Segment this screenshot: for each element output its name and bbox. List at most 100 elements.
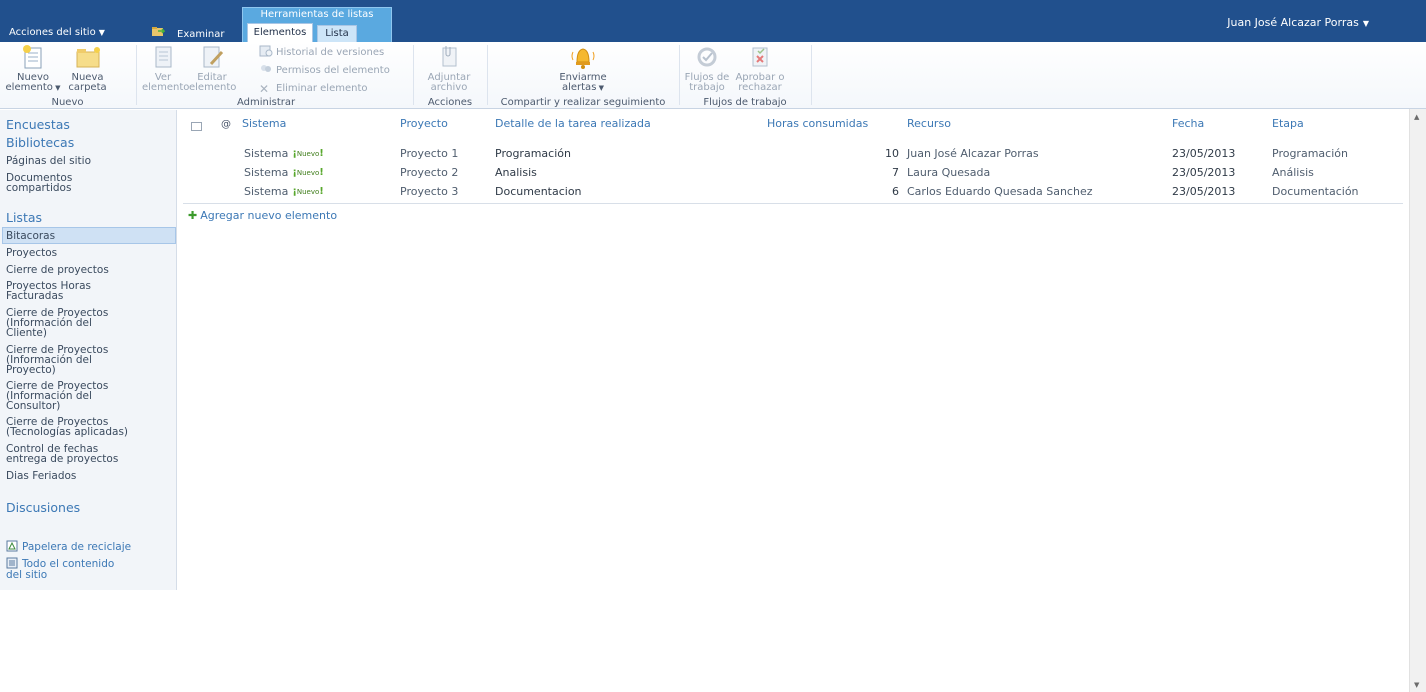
cell-etapa: Análisis [1272,166,1314,179]
recycle-bin-icon [6,540,18,552]
add-plus-icon: ✚ [188,209,198,222]
attach-file-label-2: archivo [430,82,468,93]
delete-x-icon: ✕ [259,82,270,96]
edit-item-icon [203,46,224,68]
approve-reject-label-2: rechazar [738,82,782,93]
approve-reject-button[interactable]: Aprobar o rechazar [734,44,786,93]
column-header-fecha[interactable]: Fecha [1172,117,1204,130]
edit-item-button[interactable]: Editar elemento [189,44,237,93]
nav-item-cierre-proyectos[interactable]: Cierre de proyectos [6,265,174,276]
group-label-acciones: Acciones [427,97,473,108]
scroll-up-arrow-icon[interactable]: ▲ [1414,113,1419,121]
chevron-down-icon: ▼ [1362,19,1369,28]
workflows-button[interactable]: Flujos de trabajo [684,44,730,93]
cell-horas: 6 [892,185,899,198]
user-menu[interactable]: Juan José Alcazar Porras ▼ [1227,16,1369,29]
ribbon-separator [811,45,812,105]
nav-item-cierre-proyecto[interactable]: Cierre de Proyectos (Información del Pro… [6,345,174,376]
nav-heading-discusiones[interactable]: Discusiones [6,500,80,515]
nav-item-proyectos-horas[interactable]: Proyectos Horas Facturadas [6,281,174,302]
site-actions-label: Acciones del sitio [9,27,96,38]
new-folder-label-2: carpeta [68,82,107,93]
column-header-horas[interactable]: Horas consumidas [767,117,868,130]
add-new-item-label: Agregar nuevo elemento [200,209,338,222]
nav-item-cierre-cliente[interactable]: Cierre de Proyectos (Información del Cli… [6,308,174,339]
nav-item-paginas[interactable]: Páginas del sitio [6,156,174,167]
delete-item-button[interactable]: ✕ Eliminar elemento [259,81,368,97]
view-item-button[interactable]: Ver elemento [142,44,189,93]
sistema-link[interactable]: Sistema [244,147,288,160]
edit-item-label-2: elemento [189,82,237,93]
list-tools-label: Herramientas de listas [260,9,374,20]
cell-detalle: Analisis [495,166,537,179]
nav-item-label: Consultor) [6,400,61,412]
sistema-link[interactable]: Sistema [244,185,288,198]
new-folder-button[interactable]: Nueva carpeta [65,44,110,93]
add-new-item-link[interactable]: ✚ Agregar nuevo elemento [188,209,337,222]
folder-navigate-icon[interactable] [152,26,165,37]
nav-heading-encuestas[interactable]: Encuestas [6,117,70,132]
nav-item-label: (Tecnologías aplicadas) [6,426,129,438]
nav-item-cierre-tecnologias[interactable]: Cierre de Proyectos (Tecnologías aplicad… [6,417,174,438]
cell-sistema[interactable]: Sistema ¡Nuevo! [244,147,324,160]
recycle-bin-link[interactable]: Papelera de reciclaje [6,540,131,553]
cell-sistema[interactable]: Sistema ¡Nuevo! [244,166,324,179]
ribbon-group-flujos: Flujos de trabajo Aprobar o rechazar Flu… [680,42,810,109]
nav-item-control-fechas[interactable]: Control de fechas entrega de proyectos [6,444,174,465]
new-item-button[interactable]: Nuevo elemento ▼ [3,44,63,93]
nav-item-cierre-consultor[interactable]: Cierre de Proyectos (Información del Con… [6,381,174,412]
select-all-checkbox[interactable] [191,122,202,131]
cell-sistema[interactable]: Sistema ¡Nuevo! [244,185,324,198]
ribbon-group-acciones: Adjuntar archivo Acciones [414,42,486,109]
nav-heading-bibliotecas[interactable]: Bibliotecas [6,135,74,150]
nav-item-documentos[interactable]: Documentos compartidos [6,173,174,194]
cell-fecha: 23/05/2013 [1172,147,1236,160]
top-bar: Acciones del sitio ▼ Examinar Herramienta… [0,0,1426,43]
site-actions-menu[interactable]: Acciones del sitio ▼ [9,27,105,38]
column-header-proyecto[interactable]: Proyecto [400,117,448,130]
vertical-scrollbar[interactable]: ▲ ▼ [1409,109,1426,692]
attach-file-button[interactable]: Adjuntar archivo [426,44,472,93]
column-header-etapa[interactable]: Etapa [1272,117,1304,130]
item-permissions-button[interactable]: Permisos del elemento [259,63,390,79]
column-header-sistema[interactable]: Sistema [242,117,286,130]
permissions-icon [261,65,271,72]
cell-etapa: Programación [1272,147,1348,160]
nav-item-dias-feriados[interactable]: Dias Feriados [6,471,174,482]
tab-elementos[interactable]: Elementos [247,23,313,43]
new-badge-label: Nuevo [296,188,320,196]
group-label-nuevo: Nuevo [51,97,84,108]
tab-lista[interactable]: Lista [317,25,357,43]
all-site-content-link[interactable]: Todo el contenido del sitio [6,557,114,581]
column-header-detalle[interactable]: Detalle de la tarea realizada [495,117,651,130]
column-header-recurso[interactable]: Recurso [907,117,951,130]
workflows-label-2: trabajo [689,82,725,93]
approve-reject-icon [752,47,768,67]
new-badge: ¡Nuevo! [292,186,324,197]
nav-heading-listas[interactable]: Listas [6,210,42,225]
new-item-label-2: elemento [5,82,53,93]
version-history-button[interactable]: Historial de versiones [259,45,384,61]
attach-file-icon [442,46,457,67]
cell-proyecto: Proyecto 1 [400,147,459,160]
tab-examinar[interactable]: Examinar [177,29,224,40]
item-permissions-label: Permisos del elemento [276,65,390,76]
version-history-label: Historial de versiones [276,47,385,58]
new-badge-label: Nuevo [296,169,320,177]
nav-item-documentos-label-2: compartidos [6,182,72,194]
group-label-flujos: Flujos de trabajo [703,97,787,108]
nav-item-bitacoras[interactable]: Bitacoras [6,231,174,242]
sistema-link[interactable]: Sistema [244,166,288,179]
cell-fecha: 23/05/2013 [1172,185,1236,198]
cell-etapa: Documentación [1272,185,1359,198]
view-item-icon [155,46,172,68]
ribbon-group-compartir: Enviarme alertas ▼ Compartir y realizar … [488,42,678,109]
alert-me-button[interactable]: Enviarme alertas ▼ [548,44,618,93]
left-navigation: Encuestas Bibliotecas Páginas del sitio … [0,110,177,590]
cell-recurso: Juan José Alcazar Porras [907,147,1039,160]
nav-item-proyectos[interactable]: Proyectos [6,248,174,259]
chevron-down-icon: ▼ [52,84,61,92]
scroll-down-arrow-icon[interactable]: ▼ [1414,681,1419,689]
cell-proyecto: Proyecto 3 [400,185,459,198]
site-content-icon [6,557,18,569]
